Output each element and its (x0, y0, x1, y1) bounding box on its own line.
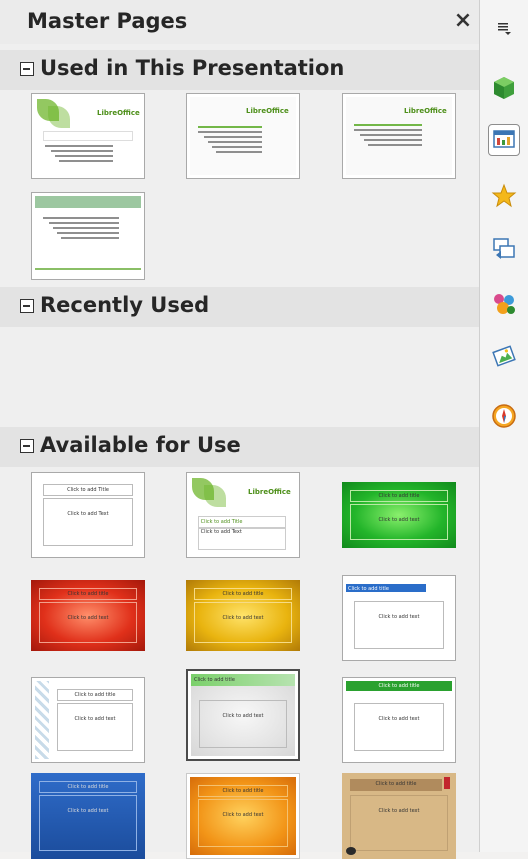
logo-text: LibreOffice (97, 109, 140, 117)
thumb-title: Click to add Title (43, 484, 133, 496)
thumb-title: Click to add title (350, 490, 448, 502)
thumb-title: Click to add title (57, 689, 133, 701)
master-thumb[interactable]: LibreOffice (31, 93, 145, 179)
thumb-title: Click to add title (198, 785, 288, 797)
thumb-title: Click to add title (194, 677, 235, 683)
master-thumb-deep-blue[interactable]: Click to add title Click to add text (31, 773, 145, 859)
thumb-text: Click to add text (350, 795, 448, 851)
master-thumb-red[interactable]: Click to add title Click to add text (31, 575, 145, 661)
thumb-text: Click to add text (199, 700, 287, 748)
master-thumb-dna[interactable]: Click to add title Click to add text (31, 677, 145, 763)
section-header-recent[interactable]: Recently Used (0, 287, 479, 327)
logo-text: LibreOffice (248, 488, 291, 496)
collapse-icon[interactable] (20, 439, 34, 453)
thumb-text: Click to add Text (43, 498, 133, 546)
master-pages-icon[interactable] (488, 124, 520, 156)
master-thumb-blue-tab[interactable]: Click to add title Click to add text (342, 575, 456, 661)
close-button[interactable]: × (452, 10, 474, 32)
master-thumb-parchment[interactable]: Click to add title Click to add text (342, 773, 456, 859)
thumb-title: Click to add title (378, 683, 420, 689)
sidebar-menu-icon[interactable] (496, 20, 512, 36)
slide-transition-icon[interactable] (488, 232, 520, 264)
panel-title: Master Pages (27, 9, 188, 33)
collapse-icon[interactable] (20, 299, 34, 313)
thumb-text: Click to add text (354, 703, 444, 751)
sidebar-tab-bar (480, 0, 528, 852)
custom-animation-icon[interactable] (488, 180, 520, 212)
thumb-text: Click to add text (39, 795, 137, 851)
navigator-icon[interactable] (488, 400, 520, 432)
collapse-icon[interactable] (20, 62, 34, 76)
master-pages-panel: Master Pages × Used in This Presentation… (0, 0, 480, 859)
styles-icon[interactable] (488, 288, 520, 320)
thumb-title: Click to add title (39, 781, 137, 793)
thumb-title: Click to add title (375, 781, 417, 787)
section-label: Recently Used (40, 293, 210, 317)
master-thumb-selected[interactable]: Click to add title Click to add text (186, 669, 300, 761)
section-header-available[interactable]: Available for Use (0, 427, 479, 467)
thumb-title: Click to add title (348, 586, 389, 592)
master-thumb[interactable]: LibreOffice (342, 93, 456, 179)
master-thumb[interactable]: LibreOffice (186, 93, 300, 179)
thumb-text: Click to add text (350, 504, 448, 540)
section-label: Used in This Presentation (40, 56, 345, 80)
gallery-icon[interactable] (488, 340, 520, 372)
section-body-recent (0, 327, 479, 424)
master-thumb-green-bar[interactable]: Click to add title Click to add text (342, 677, 456, 763)
master-thumb-orange[interactable]: Click to add title Click to add text (186, 773, 300, 859)
master-thumb-green[interactable]: Click to add title Click to add text (342, 472, 456, 558)
master-thumb-default[interactable]: Click to add Title Click to add Text (31, 472, 145, 558)
master-thumb[interactable] (31, 192, 145, 280)
logo-text: LibreOffice (404, 107, 447, 115)
panel-title-bar: Master Pages × (0, 0, 479, 44)
thumb-text: Click to add text (57, 703, 133, 751)
section-header-used[interactable]: Used in This Presentation (0, 50, 479, 90)
thumb-text: Click to add text (354, 601, 444, 649)
master-thumb-yellow[interactable]: Click to add title Click to add text (186, 575, 300, 661)
thumb-text: Click to add text (198, 799, 288, 847)
thumb-text: Click to add text (194, 602, 292, 643)
thumb-title: Click to add title (194, 588, 292, 600)
section-body-used: LibreOffice LibreOffice LibreOffice (0, 90, 479, 284)
section-label: Available for Use (40, 433, 241, 457)
properties-icon[interactable] (488, 72, 520, 104)
section-body-available: Click to add Title Click to add Text Lib… (0, 467, 479, 859)
thumb-title: Click to add title (39, 588, 137, 600)
thumb-text: Click to add text (39, 602, 137, 643)
master-thumb-libreoffice[interactable]: LibreOffice Click to add Title Click to … (186, 472, 300, 558)
logo-text: LibreOffice (246, 107, 289, 115)
